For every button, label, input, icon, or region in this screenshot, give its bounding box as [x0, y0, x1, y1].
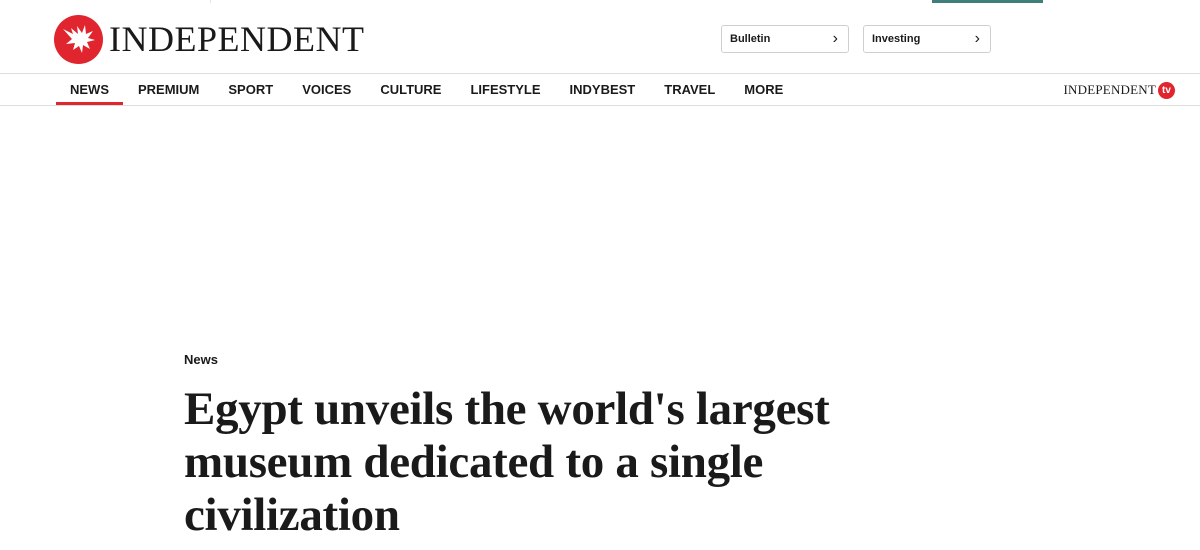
investing-button[interactable]: Investing › — [863, 25, 991, 53]
site-logo[interactable]: INDEPENDENT — [54, 14, 364, 64]
nav-list: NEWS PREMIUM SPORT VOICES CULTURE LIFEST… — [56, 74, 812, 105]
article-section-label[interactable]: News — [184, 352, 218, 367]
chevron-right-icon: › — [832, 30, 838, 47]
main-nav: NEWS PREMIUM SPORT VOICES CULTURE LIFEST… — [0, 74, 1200, 106]
nav-item-sport[interactable]: SPORT — [228, 74, 273, 105]
nav-item-culture[interactable]: CULTURE — [380, 74, 441, 105]
nav-item-voices[interactable]: VOICES — [302, 74, 351, 105]
nav-item-travel[interactable]: TRAVEL — [664, 74, 715, 105]
independent-tv-wordmark: INDEPENDENT — [1063, 82, 1156, 97]
investing-label: Investing — [872, 33, 921, 45]
tv-badge: tv — [1158, 81, 1175, 99]
nav-item-indybest[interactable]: INDYBEST — [570, 74, 636, 105]
nav-item-premium[interactable]: PREMIUM — [138, 74, 199, 105]
nav-item-news[interactable]: NEWS — [56, 74, 123, 105]
logo-wordmark: INDEPENDENT — [109, 19, 365, 59]
article-headline: Egypt unveils the world's largest museum… — [184, 383, 830, 541]
bulletin-label: Bulletin — [730, 33, 771, 45]
bulletin-button[interactable]: Bulletin › — [721, 25, 849, 53]
nav-item-lifestyle[interactable]: LIFESTYLE — [470, 74, 540, 105]
site-header: INDEPENDENT Bulletin › Investing › — [0, 3, 1200, 74]
nav-item-more[interactable]: MORE — [744, 74, 783, 105]
independent-tv-logo[interactable]: INDEPENDENT tv — [1063, 81, 1175, 99]
page: INDEPENDENT Bulletin › Investing › NEWS … — [0, 0, 1200, 550]
chevron-right-icon: › — [974, 30, 980, 47]
eagle-icon — [54, 14, 103, 64]
